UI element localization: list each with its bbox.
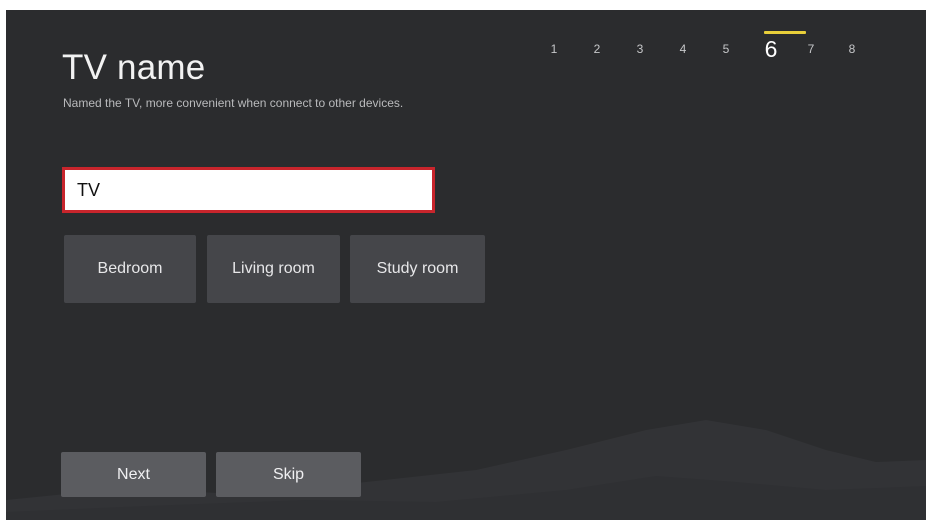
step-3: 3 [636,42,644,56]
setup-screen: TV name Named the TV, more convenient wh… [6,10,926,520]
page-title: TV name [62,48,206,87]
page-subtitle: Named the TV, more convenient when conne… [63,96,404,110]
step-1: 1 [550,42,558,56]
preset-living-room-button[interactable]: Living room [207,235,340,303]
step-6-current: 6 [764,36,778,62]
preset-study-room-button[interactable]: Study room [350,235,485,303]
step-2: 2 [593,42,601,56]
step-7: 7 [807,42,815,56]
step-4: 4 [679,42,687,56]
step-8: 8 [848,42,856,56]
next-button[interactable]: Next [61,452,206,497]
tv-name-input[interactable] [62,167,435,213]
step-5: 5 [722,42,730,56]
preset-bedroom-button[interactable]: Bedroom [64,235,196,303]
current-step-marker [764,31,806,34]
skip-button[interactable]: Skip [216,452,361,497]
